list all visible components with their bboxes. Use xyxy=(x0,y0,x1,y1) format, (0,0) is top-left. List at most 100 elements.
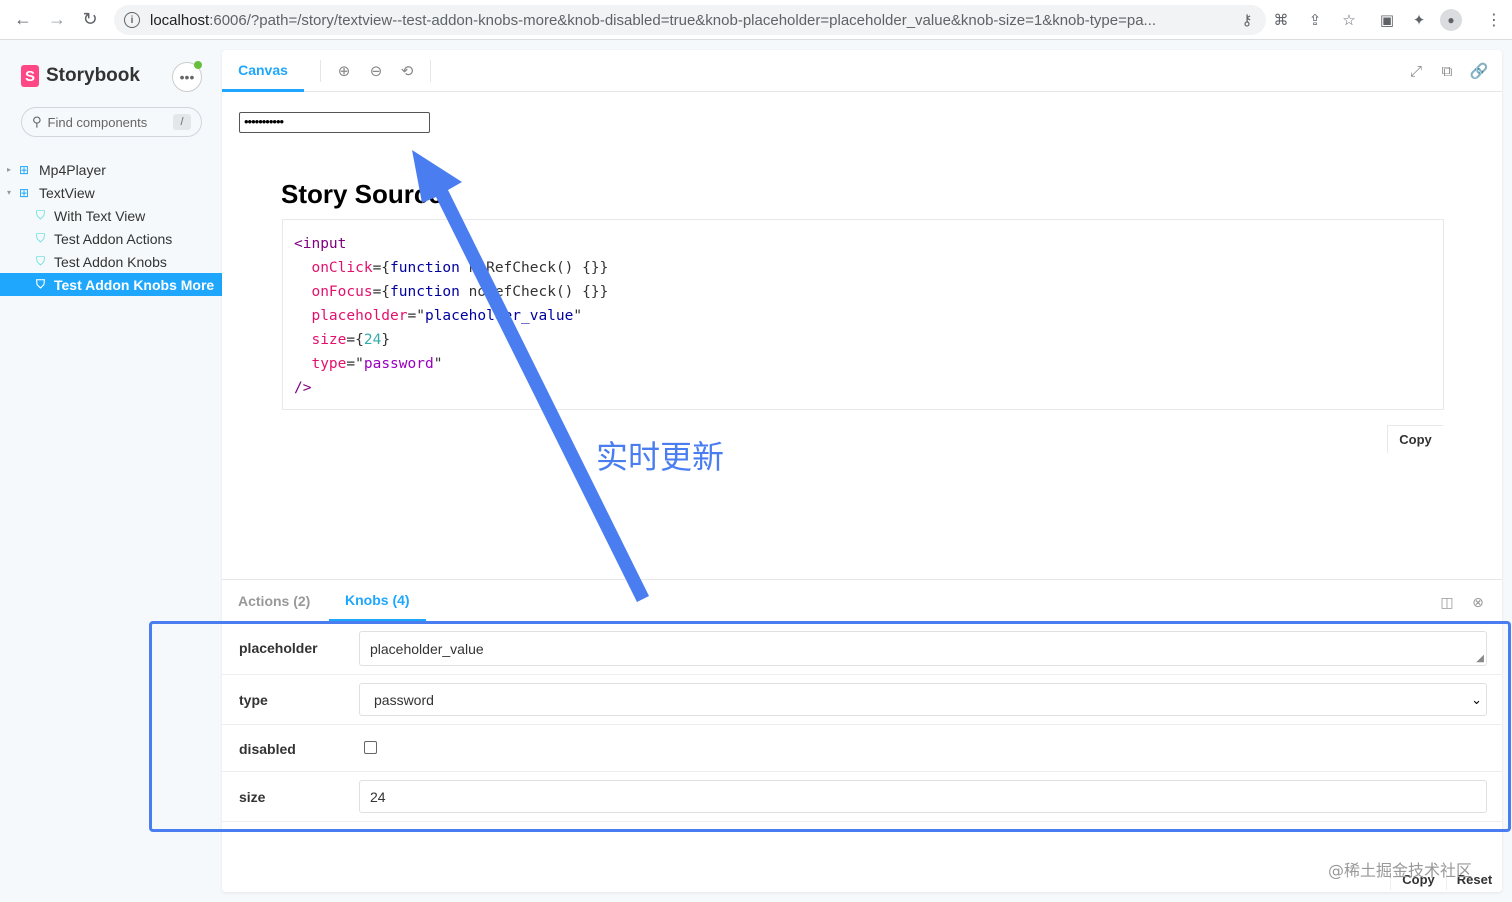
code-fn-name: noRefCheck xyxy=(468,260,556,276)
code-line: size={24} xyxy=(311,332,391,348)
close-panel-icon[interactable]: ⊗ xyxy=(1469,593,1487,611)
brand[interactable]: S Storybook xyxy=(21,65,140,87)
sidebar-item-label: With Text View xyxy=(54,207,146,224)
open-new-tab-icon[interactable]: ⧉ xyxy=(1437,61,1457,81)
bookmark-icon: ⛉ xyxy=(36,277,46,291)
sidebar-item-test-addon-knobs-more[interactable]: ⛉ Test Addon Knobs More xyxy=(0,273,222,296)
code-line: /> xyxy=(294,376,1443,400)
annotation-text: 实时更新 xyxy=(596,438,725,476)
component-icon: ⊞ xyxy=(19,185,30,200)
knob-row-disabled: disabled xyxy=(222,725,1502,772)
search-shortcut-badge: / xyxy=(173,114,191,130)
tab-actions[interactable]: Actions (2) xyxy=(222,580,326,622)
caret-right-icon: ▸ xyxy=(7,165,12,174)
translate-icon[interactable]: ⌘ xyxy=(1270,6,1292,34)
knob-row-size: size 24 xyxy=(222,772,1502,822)
back-arrow-icon[interactable]: ← xyxy=(6,0,40,40)
knob-label: size xyxy=(239,789,266,805)
code-line: onFocus={function noRefCheck() {}} xyxy=(311,284,609,300)
code-attr: onFocus xyxy=(311,284,373,300)
story-source-title: Story Source xyxy=(281,179,443,209)
watermark: @稀土掘金技术社区 xyxy=(1328,861,1473,880)
code-fn-tail: () {} xyxy=(555,284,600,300)
bookmark-icon: ⛉ xyxy=(36,254,46,268)
sidebar-item-with-text-view[interactable]: ⛉ With Text View xyxy=(0,204,222,227)
disabled-checkbox[interactable] xyxy=(364,741,377,754)
component-icon: ⊞ xyxy=(19,162,30,177)
code-line: placeholder="placeholder_value" xyxy=(311,308,583,324)
sidebar-item-textview[interactable]: ▾ ⊞ TextView xyxy=(0,181,222,204)
extension-box-icon[interactable]: ▣ xyxy=(1376,6,1398,34)
zoom-out-icon[interactable]: ⊖ xyxy=(366,61,386,81)
sidebar-item-test-addon-knobs[interactable]: ⛉ Test Addon Knobs xyxy=(0,250,222,273)
sidebar-item-mp4player[interactable]: ▸ ⊞ Mp4Player xyxy=(0,158,222,181)
extensions-puzzle-icon[interactable]: ✦ xyxy=(1408,6,1430,34)
knob-label: disabled xyxy=(239,741,296,757)
preview-toolbar: Canvas ⊕ ⊖ ⟲ ⤢ ⧉ 🔗 xyxy=(222,50,1502,92)
code-attr: placeholder xyxy=(311,308,408,324)
key-icon[interactable]: ⚷ xyxy=(1236,6,1258,34)
storybook-logo-icon: S xyxy=(21,65,39,87)
site-info-icon[interactable]: i xyxy=(124,12,140,28)
placeholder-value: placeholder_value xyxy=(370,640,484,657)
sidebar: S Storybook ••• ⚲ Find components / ▸ ⊞ … xyxy=(0,40,222,902)
main-panel: Canvas ⊕ ⊖ ⟲ ⤢ ⧉ 🔗 ••••••••••• Story Sou… xyxy=(222,50,1502,892)
profile-avatar-icon[interactable]: ● xyxy=(1440,6,1462,34)
copy-code-button[interactable]: Copy xyxy=(1387,425,1443,453)
tab-knobs[interactable]: Knobs (4) xyxy=(329,580,426,622)
tab-canvas[interactable]: Canvas xyxy=(222,50,304,92)
code-keyword: function xyxy=(390,284,460,300)
sidebar-item-label: TextView xyxy=(39,184,95,201)
reload-icon[interactable]: ↻ xyxy=(73,0,107,40)
address-bar[interactable]: i localhost:6006/?path=/story/textview--… xyxy=(114,5,1266,35)
browser-toolbar: ← → ↻ i localhost:6006/?path=/story/text… xyxy=(0,0,1512,40)
placeholder-field[interactable]: placeholder_value ◢ xyxy=(359,631,1487,666)
code-fn-name: noRefCheck xyxy=(468,284,556,300)
size-field[interactable]: 24 xyxy=(359,780,1487,813)
knob-row-type: type password ⌄ xyxy=(222,675,1502,725)
toolbar-divider xyxy=(430,60,431,82)
sidebar-item-test-addon-actions[interactable]: ⛉ Test Addon Actions xyxy=(0,227,222,250)
sidebar-item-label: Mp4Player xyxy=(39,161,106,178)
code-block: <input onClick={function noRefCheck() {}… xyxy=(282,219,1444,410)
password-input[interactable]: ••••••••••• xyxy=(239,112,430,133)
zoom-in-icon[interactable]: ⊕ xyxy=(334,61,354,81)
code-tag: <input xyxy=(294,236,347,252)
code-attr: type xyxy=(311,356,347,372)
code-line: <input xyxy=(294,232,1443,256)
fullscreen-icon[interactable]: ⤢ xyxy=(1406,61,1426,81)
bookmark-icon: ⛉ xyxy=(36,208,46,222)
share-icon[interactable]: ⇪ xyxy=(1304,6,1326,34)
browser-menu-icon[interactable]: ⋮ xyxy=(1486,10,1502,30)
zoom-reset-icon[interactable]: ⟲ xyxy=(397,61,417,81)
copy-link-icon[interactable]: 🔗 xyxy=(1469,61,1489,81)
knob-row-placeholder: placeholder placeholder_value ◢ xyxy=(222,622,1502,675)
toolbar-divider xyxy=(320,60,321,82)
code-attr: size xyxy=(311,332,347,348)
code-line: onClick={function noRefCheck() {}} xyxy=(311,260,609,276)
url-host: localhost xyxy=(150,11,210,29)
sidebar-item-label: Test Addon Knobs More xyxy=(54,276,215,293)
sidebar-item-label: Test Addon Knobs xyxy=(54,253,167,270)
forward-arrow-icon[interactable]: → xyxy=(40,0,74,40)
notification-dot xyxy=(194,61,202,69)
panel-orientation-icon[interactable]: ◫ xyxy=(1438,593,1456,611)
story-tree: ▸ ⊞ Mp4Player ▾ ⊞ TextView ⛉ With Text V… xyxy=(0,158,222,296)
knob-label: type xyxy=(239,692,268,708)
search-input[interactable]: ⚲ Find components / xyxy=(21,107,202,137)
caret-down-icon: ▾ xyxy=(7,188,12,197)
bookmark-icon: ⛉ xyxy=(36,231,46,245)
url-rest: :6006/?path=/story/textview--test-addon-… xyxy=(209,11,1157,29)
code-keyword: function xyxy=(390,260,460,276)
size-value: 24 xyxy=(370,788,386,805)
resize-handle-icon[interactable]: ◢ xyxy=(1476,653,1484,664)
code-line: type="password" xyxy=(311,356,443,372)
chevron-down-icon: ⌄ xyxy=(1471,692,1482,707)
url-text[interactable]: localhost:6006/?path=/story/textview--te… xyxy=(150,12,1220,29)
code-tag: /> xyxy=(294,380,312,396)
sidebar-item-label: Test Addon Actions xyxy=(54,230,173,247)
code-string: password xyxy=(363,356,434,372)
type-select[interactable]: password ⌄ xyxy=(359,683,1487,716)
preview-canvas: ••••••••••• Story Source <input onClick=… xyxy=(222,93,1502,579)
bookmark-star-icon[interactable]: ☆ xyxy=(1338,6,1360,34)
